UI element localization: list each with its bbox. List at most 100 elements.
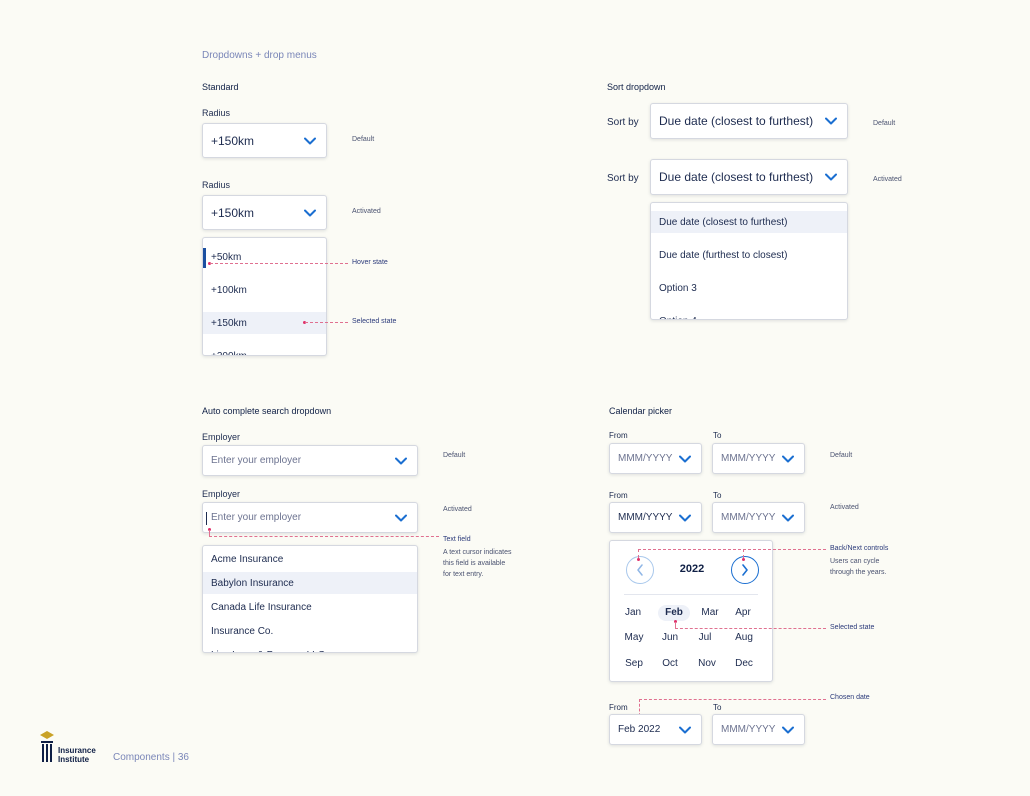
employer-menu: Acme Insurance Babylon Insurance Canada …: [202, 545, 418, 653]
employer-input-activated[interactable]: Enter your employer: [202, 502, 418, 533]
chevron-right-icon: [742, 564, 748, 576]
employer-option[interactable]: Live Long & Prosper, LLC: [203, 644, 417, 653]
employer-option[interactable]: Canada Life Insurance: [203, 596, 417, 618]
from-date-placeholder: MMM/YYYY: [618, 512, 673, 523]
radius-option[interactable]: +50km: [203, 246, 326, 268]
standard-section-title: Standard: [202, 82, 239, 92]
sort-select-default[interactable]: Due date (closest to furthest): [650, 103, 848, 139]
radius-select-activated[interactable]: +150km: [202, 195, 327, 230]
to-date-select[interactable]: MMM/YYYY: [712, 502, 805, 533]
sort-option[interactable]: Option 3: [651, 277, 847, 299]
sort-section-title: Sort dropdown: [607, 82, 666, 92]
month-apr[interactable]: Apr: [728, 607, 758, 618]
annotation-line: [305, 322, 348, 323]
sort-select-value: Due date (closest to furthest): [659, 114, 814, 128]
text-field-note-line: A text cursor indicates: [443, 549, 512, 556]
employer-option[interactable]: Insurance Co.: [203, 620, 417, 642]
calendar-year: 2022: [679, 563, 705, 575]
from-date-select[interactable]: MMM/YYYY: [609, 443, 702, 474]
chevron-down-icon: [679, 455, 691, 462]
chevron-down-icon: [395, 457, 407, 464]
sort-select-activated[interactable]: Due date (closest to furthest): [650, 159, 848, 195]
chevron-down-icon: [679, 726, 691, 733]
chevron-down-icon: [825, 173, 837, 181]
radius-option[interactable]: +200km: [203, 345, 326, 356]
month-aug[interactable]: Aug: [729, 632, 759, 643]
radius-select-value: +150km: [211, 133, 255, 148]
month-nov[interactable]: Nov: [692, 658, 722, 669]
chevron-down-icon: [304, 209, 316, 216]
radius-option-selected[interactable]: +150km: [203, 312, 326, 334]
default-note: Default: [830, 452, 853, 459]
text-cursor: [206, 512, 207, 525]
insurance-institute-logo-icon: [40, 731, 54, 763]
to-label: To: [713, 491, 722, 500]
default-note: Default: [873, 120, 896, 127]
employer-placeholder: Enter your employer: [211, 455, 302, 466]
employer-option[interactable]: Acme Insurance: [203, 548, 417, 570]
radius-label: Radius: [202, 180, 231, 190]
chevron-left-icon: [637, 564, 643, 576]
from-date-select-chosen[interactable]: Feb 2022: [609, 714, 702, 745]
from-date-select-activated[interactable]: MMM/YYYY: [609, 502, 702, 533]
month-mar[interactable]: Mar: [695, 607, 725, 618]
prev-year-button[interactable]: [626, 556, 654, 584]
employer-option-selected[interactable]: Babylon Insurance: [203, 572, 417, 594]
annotation-line: [638, 549, 639, 558]
activated-note: Activated: [830, 504, 859, 511]
month-jun[interactable]: Jun: [655, 632, 685, 643]
sort-option-selected[interactable]: Due date (closest to furthest): [651, 211, 847, 233]
annotation-line: [210, 263, 348, 264]
radius-select-default[interactable]: +150km: [202, 123, 327, 158]
to-label: To: [713, 703, 722, 712]
sort-menu: Due date (closest to furthest) Due date …: [650, 202, 848, 320]
back-next-note-line: through the years.: [830, 569, 887, 576]
logo-line: Insurance: [58, 746, 96, 755]
from-label: From: [609, 491, 628, 500]
month-jul[interactable]: Jul: [690, 632, 720, 643]
calendar-divider: [624, 594, 758, 595]
month-jan[interactable]: Jan: [618, 607, 648, 618]
month-sep[interactable]: Sep: [619, 658, 649, 669]
from-date-value: Feb 2022: [618, 724, 661, 735]
month-may[interactable]: May: [619, 632, 649, 643]
annotation-line: [675, 628, 826, 629]
month-feb-selected[interactable]: Feb: [658, 605, 690, 621]
chevron-down-icon: [825, 117, 837, 125]
annotation-line: [209, 536, 439, 537]
employer-input-default[interactable]: Enter your employer: [202, 445, 418, 476]
employer-label: Employer: [202, 489, 241, 499]
chevron-down-icon: [782, 726, 794, 733]
to-date-select[interactable]: MMM/YYYY: [712, 714, 805, 745]
employer-label: Employer: [202, 432, 241, 442]
next-year-button[interactable]: [731, 556, 759, 584]
from-date-placeholder: MMM/YYYY: [618, 453, 673, 464]
hover-state-note: Hover state: [352, 259, 388, 266]
month-dec[interactable]: Dec: [729, 658, 759, 669]
radius-option[interactable]: +100km: [203, 279, 326, 301]
to-date-select[interactable]: MMM/YYYY: [712, 443, 805, 474]
annotation-dot: [637, 558, 640, 561]
from-label: From: [609, 431, 628, 440]
month-oct[interactable]: Oct: [655, 658, 685, 669]
chosen-date-note: Chosen date: [830, 694, 870, 701]
default-note: Default: [443, 452, 466, 459]
page-heading: Dropdowns + drop menus: [202, 50, 317, 61]
annotation-line: [639, 699, 826, 700]
from-label: From: [609, 703, 628, 712]
to-date-placeholder: MMM/YYYY: [721, 453, 776, 464]
to-date-placeholder: MMM/YYYY: [721, 724, 776, 735]
sort-option[interactable]: Due date (furthest to closest): [651, 244, 847, 266]
chevron-down-icon: [782, 455, 794, 462]
back-next-note-line: Users can cycle: [830, 558, 880, 565]
sort-option[interactable]: Option 4: [651, 310, 847, 320]
chevron-down-icon: [782, 514, 794, 521]
activated-note: Activated: [443, 506, 472, 513]
logo-line: Institute: [58, 755, 90, 764]
selected-state-note: Selected state: [830, 624, 875, 631]
text-field-note-line: for text entry.: [443, 571, 484, 578]
selected-state-note: Selected state: [352, 318, 397, 325]
employer-placeholder: Enter your employer: [211, 512, 302, 523]
text-field-note-title: Text field: [443, 536, 471, 543]
sort-select-value: Due date (closest to furthest): [659, 170, 814, 184]
